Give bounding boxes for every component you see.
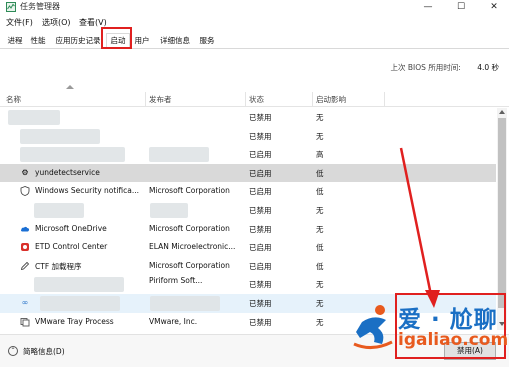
table-row[interactable]: 已禁用 无 [0, 201, 496, 220]
table-row[interactable]: ⚙ yundetectservice 已启用 低 [0, 163, 496, 183]
minimize-button[interactable]: — [412, 0, 444, 14]
column-divider[interactable] [245, 92, 246, 106]
row-publisher: Microsoft Corporation [149, 260, 230, 270]
table-row[interactable]: Piriform Soft... 已禁用 无 [0, 275, 496, 294]
row-status: 已启用 [249, 243, 272, 253]
link-icon: ∞ [21, 298, 29, 307]
row-impact: 无 [316, 131, 324, 141]
row-name: VMware Tray Process [35, 316, 114, 326]
scroll-up-arrow-icon[interactable] [499, 110, 505, 114]
gear-icon: ⚙ [21, 167, 29, 177]
obscured-name [40, 296, 120, 311]
fewer-details-link[interactable]: 简略信息(D) [23, 346, 65, 357]
column-divider[interactable] [384, 92, 385, 106]
row-name: yundetectservice [35, 167, 100, 177]
tab-performance[interactable]: 性能 [27, 34, 49, 47]
row-impact: 低 [316, 168, 324, 178]
row-status: 已禁用 [249, 317, 272, 327]
obscured-name [34, 277, 124, 293]
tab-users[interactable]: 用户 [131, 34, 153, 47]
row-impact: 无 [316, 113, 324, 122]
menu-bar: 文件(F) 选项(O) 查看(V) [0, 14, 509, 32]
obscured-name [20, 147, 125, 163]
row-status: 已启用 [249, 168, 272, 178]
menu-options[interactable]: 选项(O) [42, 17, 71, 28]
column-header: 名称 发布者 状态 启动影响 [0, 92, 509, 107]
table-row[interactable]: 已禁用 无 [0, 108, 496, 127]
chevron-up-icon[interactable]: ⌃ [8, 346, 18, 356]
startup-tab-highlight-box [101, 27, 132, 49]
pen-icon [20, 261, 30, 270]
row-impact: 无 [316, 317, 324, 327]
row-status: 已禁用 [249, 131, 272, 141]
row-publisher: ELAN Microelectronic... [149, 242, 236, 252]
column-divider[interactable] [312, 92, 313, 106]
tab-details[interactable]: 详细信息 [156, 34, 194, 47]
bios-time: 上次 BIOS 所用时间: 4.0 秒 [390, 62, 499, 73]
title-bar: 任务管理器 — ☐ ✕ [0, 0, 509, 14]
row-publisher: VMware, Inc. [149, 316, 198, 326]
row-status: 已启用 [249, 150, 272, 160]
bios-time-value: 4.0 秒 [477, 63, 499, 72]
row-impact: 无 [316, 224, 324, 234]
column-status[interactable]: 状态 [249, 94, 264, 105]
column-name[interactable]: 名称 [6, 94, 21, 105]
row-status: 已禁用 [249, 206, 272, 215]
tab-strip: 进程 性能 应用历史记录 启动 用户 详细信息 服务 [0, 32, 509, 49]
column-publisher[interactable]: 发布者 [149, 94, 172, 105]
sort-ascending-icon[interactable] [66, 85, 74, 89]
tab-processes[interactable]: 进程 [4, 34, 26, 47]
row-name: Windows Security notifica... [35, 186, 140, 196]
row-status: 已禁用 [249, 299, 272, 308]
etd-icon [21, 243, 29, 252]
column-divider[interactable] [145, 92, 146, 106]
row-impact: 低 [316, 261, 324, 271]
row-status: 已启用 [249, 261, 272, 271]
obscured-name [20, 128, 100, 144]
table-row[interactable]: ETD Control Center ELAN Microelectronic.… [0, 238, 496, 257]
row-status: 已禁用 [249, 280, 272, 290]
scrollbar-thumb[interactable] [498, 118, 506, 308]
row-impact: 无 [316, 299, 324, 308]
obscured-name [34, 203, 84, 218]
obscured-publisher [149, 147, 209, 163]
tab-services[interactable]: 服务 [196, 34, 218, 47]
window-title: 任务管理器 [20, 2, 60, 11]
row-name: Microsoft OneDrive [35, 223, 107, 233]
menu-file[interactable]: 文件(F) [6, 17, 33, 28]
vm-icon [20, 317, 30, 327]
table-row[interactable]: 已禁用 无 [0, 127, 496, 146]
row-publisher: Microsoft Corporation [149, 186, 230, 196]
table-row[interactable]: Microsoft OneDrive Microsoft Corporation… [0, 220, 496, 239]
row-impact: 低 [316, 187, 324, 197]
table-row[interactable]: CTF 加载程序 Microsoft Corporation 已启用 低 [0, 257, 496, 276]
bios-time-label: 上次 BIOS 所用时间: [390, 63, 461, 72]
close-button[interactable]: ✕ [478, 0, 509, 14]
tab-app-history[interactable]: 应用历史记录 [51, 34, 105, 47]
row-impact: 无 [316, 206, 324, 215]
row-status: 已禁用 [249, 113, 272, 122]
table-row[interactable]: 已启用 高 [0, 145, 496, 164]
row-status: 已禁用 [249, 224, 272, 234]
row-name: CTF 加载程序 [35, 261, 82, 271]
cloud-icon [20, 226, 30, 232]
obscured-publisher [150, 203, 188, 218]
row-publisher: Piriform Soft... [149, 276, 203, 286]
row-impact: 无 [316, 280, 324, 290]
obscured-publisher [150, 296, 220, 311]
shield-icon [20, 186, 30, 197]
row-name: ETD Control Center [35, 242, 108, 252]
row-impact: 低 [316, 243, 324, 253]
table-row[interactable]: Windows Security notifica... Microsoft C… [0, 182, 496, 201]
row-impact: 高 [316, 150, 324, 160]
column-startup-impact[interactable]: 启动影响 [316, 94, 346, 105]
row-status: 已启用 [249, 187, 272, 197]
disable-button-highlight-box [395, 293, 506, 359]
obscured-name [8, 110, 60, 125]
row-publisher: Microsoft Corporation [149, 223, 230, 233]
task-manager-icon [6, 2, 16, 12]
maximize-button[interactable]: ☐ [445, 0, 477, 14]
